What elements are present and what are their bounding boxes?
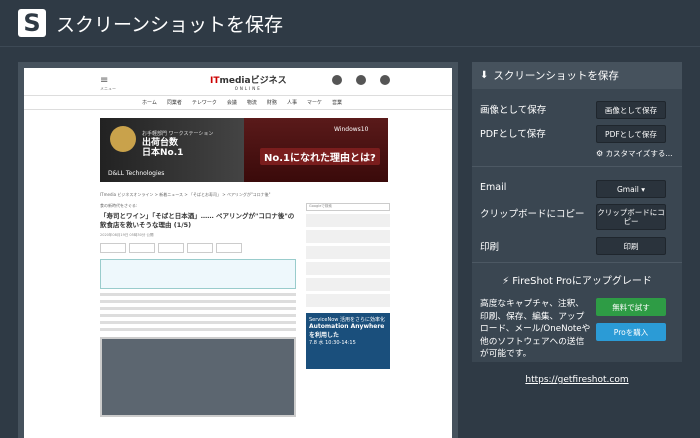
lightning-icon: ⚡ (502, 276, 510, 287)
free-trial-button[interactable]: 無料で試す (596, 298, 666, 316)
customize-label: カスタマイズする... (605, 149, 673, 158)
article-title: 「寿司とワイン」「そばと日本酒」…… ペアリングが"コロナ後"の飲食店を救いそう… (100, 212, 295, 229)
getfireshot-link[interactable]: https://getfireshot.com (472, 375, 682, 385)
save-image-label: 画像として保存 (480, 105, 547, 116)
site-nav-item: 営業 (331, 100, 342, 106)
twitter-icon (332, 75, 342, 85)
header-divider (0, 46, 700, 47)
save-image-button[interactable]: 画像として保存 (596, 101, 666, 119)
site-menu-icon: ≡ メニュー (100, 75, 116, 91)
article-image (100, 337, 296, 417)
app-title: スクリーンショットを保存 (56, 14, 284, 36)
buy-pro-button[interactable]: Proを購入 (596, 323, 666, 341)
upgrade-heading: ⚡ FireShot Proにアップグレード (472, 272, 682, 287)
app-header: S スクリーンショットを保存 (0, 0, 700, 46)
site-nav: ホーム 同業者 テレワーク 会議 物流 財務 人事 マーケ 営業 (24, 96, 452, 110)
site-nav-item: 人事 (286, 100, 297, 106)
site-nav-item: 会議 (226, 100, 237, 106)
site-nav-item: 物流 (246, 100, 257, 106)
print-label: 印刷 (480, 242, 500, 253)
site-nav-item: ホーム (142, 100, 157, 106)
breadcrumb: ITmedia ビジネスオンライン > 新着ニュース > 「そばとお寿司」 > … (100, 192, 271, 197)
panel-divider (472, 262, 682, 263)
site-nav-item: マーケ (306, 100, 322, 106)
site-social-icons (332, 75, 390, 85)
email-label: Email (480, 182, 507, 193)
ad-headline: 出荷台数 日本No.1 (142, 138, 184, 158)
save-pdf-label: PDFとして保存 (480, 129, 546, 140)
save-pdf-button[interactable]: PDFとして保存 (596, 125, 666, 143)
article-category: 食の新時代をさぐる: (100, 203, 138, 208)
site-nav-item: 同業者 (166, 100, 182, 106)
email-button[interactable]: Gmail ▾ (596, 180, 666, 198)
panel-divider (472, 166, 682, 167)
upgrade-description: 高度なキャプチャ、注釈、印刷、保存、編集、アップロード、メール/OneNoteや… (480, 299, 591, 359)
gear-icon: ⚙ (596, 149, 604, 158)
sidebar-ad: ServiceNow 活用をさらに効率化 Automation Anywhere… (306, 313, 390, 369)
facebook-icon (356, 75, 366, 85)
customize-link[interactable]: ⚙ カスタマイズする... (596, 148, 673, 159)
download-icon: ⬇ (480, 70, 489, 81)
captured-page: ≡ メニュー ITmediaビジネス ONLINE ホーム 同業者 テレワーク 会議… (24, 68, 452, 438)
print-button[interactable]: 印刷 (596, 237, 666, 255)
sidebar-ad-title: Automation Anywhere を利用した (309, 323, 385, 339)
site-nav-item: テレワーク (191, 100, 217, 106)
article-meta: 2020年08月19日 05時30分 公開 (100, 233, 154, 237)
ad-windows-logo: Windows10 (334, 126, 369, 133)
ad-tagline: お手軽部門 ワークステーション (142, 131, 214, 137)
site-search-input: Googleで検索 (306, 203, 390, 211)
login-icon (380, 75, 390, 85)
site-header: ≡ メニュー ITmediaビジネス ONLINE (24, 68, 452, 96)
banner-ad: お手軽部門 ワークステーション 出荷台数 日本No.1 D&LL Technol… (100, 118, 388, 182)
clipboard-label: クリップボードにコピー (480, 209, 585, 220)
site-nav-item: 財務 (266, 100, 277, 106)
site-logo: ITmediaビジネス ONLINE (210, 76, 287, 91)
sidebar-ad-foot: 7.8 水 10:30-14:15 (309, 340, 356, 346)
article-sidebar: Googleで検索 ServiceNow 活用をさらに効率化 Automatio… (306, 203, 390, 369)
article-notice-box (100, 259, 296, 289)
medal-icon (110, 126, 136, 152)
ad-brand: D&LL Technologies (108, 170, 165, 177)
save-panel: ⬇ スクリーンショットを保存 画像として保存 画像として保存 PDFとして保存 … (472, 62, 682, 362)
panel-header-label: スクリーンショットを保存 (493, 70, 619, 82)
screenshot-preview: ≡ メニュー ITmediaビジネス ONLINE ホーム 同業者 テレワーク 会議… (18, 62, 458, 438)
panel-header: ⬇ スクリーンショットを保存 (472, 62, 682, 89)
ad-badge: No.1になれた理由とは? (260, 148, 380, 165)
clipboard-button[interactable]: クリップボードにコピー (596, 204, 666, 230)
share-buttons (100, 243, 296, 253)
upgrade-label: FireShot Proにアップグレード (512, 276, 652, 287)
article: 食の新時代をさぐる: 「寿司とワイン」「そばと日本酒」…… ペアリングが"コロナ… (100, 203, 296, 417)
fireshot-logo-icon: S (18, 9, 46, 37)
